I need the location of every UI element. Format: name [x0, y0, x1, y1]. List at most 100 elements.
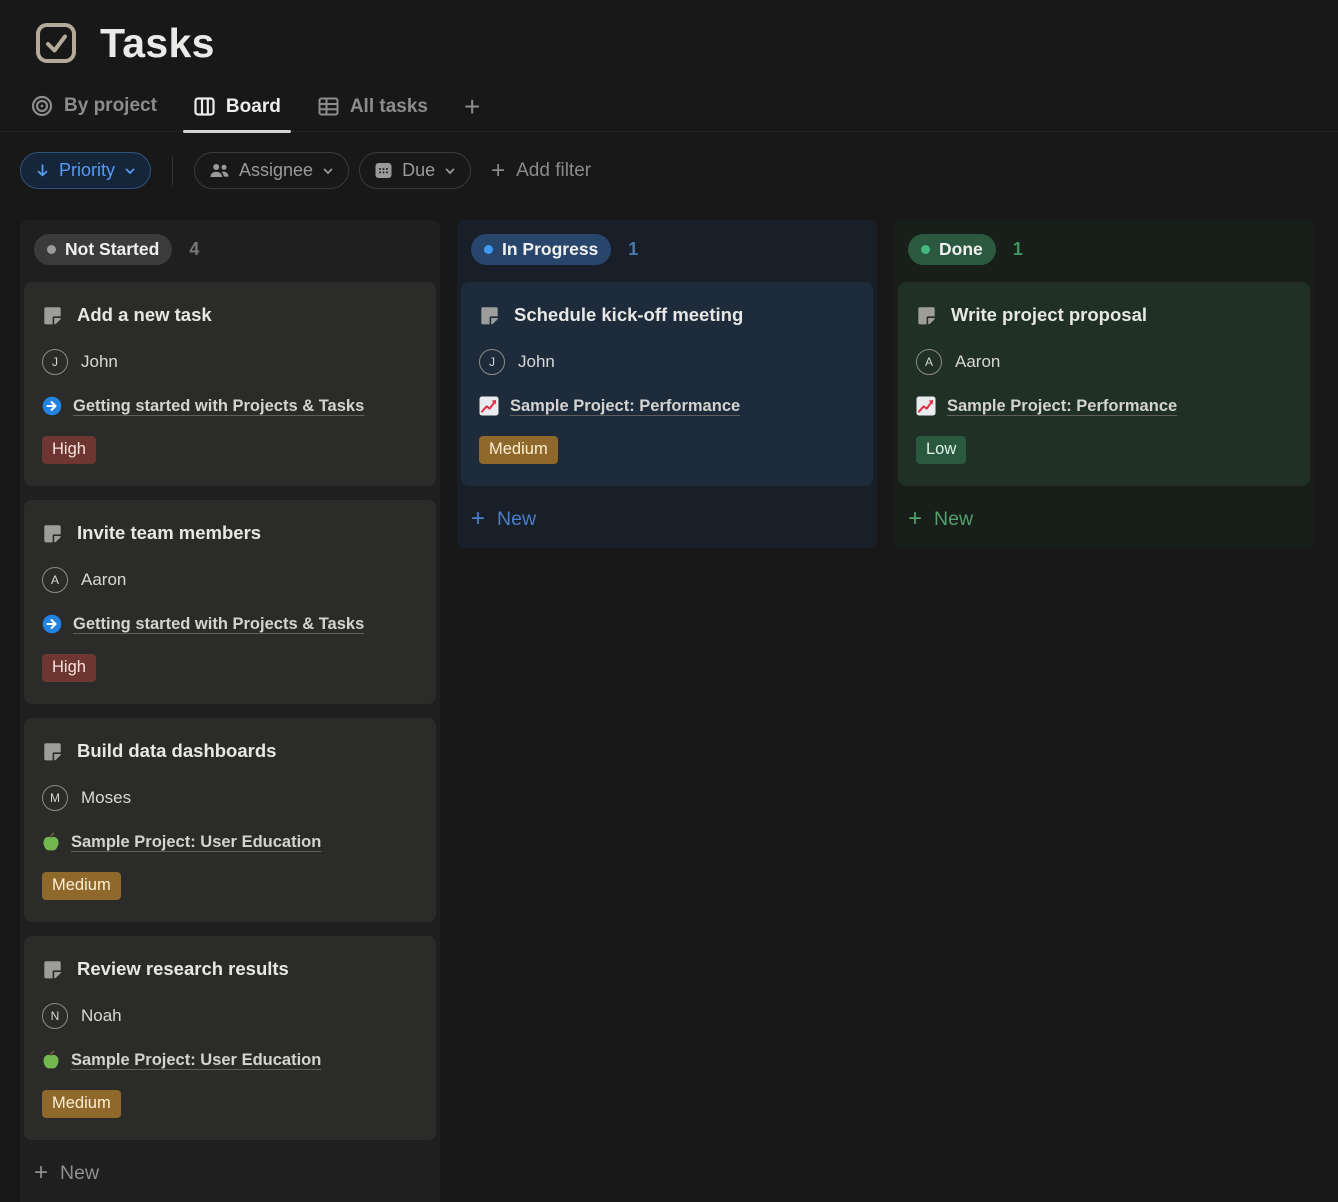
- assignee-name: John: [81, 352, 118, 372]
- kanban-board: Not Started 4 Add a new task J John: [20, 220, 1338, 1202]
- tab-board[interactable]: Board: [193, 95, 281, 131]
- filter-bar: Priority Assignee: [20, 152, 1338, 189]
- column-count: 1: [628, 239, 638, 260]
- task-title[interactable]: Review research results: [77, 958, 289, 980]
- column-done: Done 1 Write project proposal A Aaron: [894, 220, 1314, 548]
- status-label: Done: [939, 239, 983, 260]
- task-title[interactable]: Schedule kick-off meeting: [514, 304, 743, 326]
- avatar: M: [42, 785, 68, 811]
- avatar: A: [916, 349, 942, 375]
- plus-icon: +: [471, 507, 485, 531]
- calendar-icon: [374, 161, 393, 180]
- page-title[interactable]: Tasks: [100, 20, 215, 67]
- task-title[interactable]: Add a new task: [77, 304, 212, 326]
- tab-label: Board: [226, 96, 281, 118]
- arrow-down-icon: [35, 163, 50, 178]
- chart-increasing-icon: [479, 396, 499, 416]
- board-icon: [193, 95, 216, 118]
- plus-icon: +: [34, 1161, 48, 1185]
- chevron-down-icon: [322, 165, 334, 177]
- avatar: J: [479, 349, 505, 375]
- assignee-name: John: [518, 352, 555, 372]
- checkbox-page-icon[interactable]: [34, 21, 78, 65]
- status-dot: [921, 245, 930, 254]
- page-icon: [42, 959, 63, 980]
- plus-icon: +: [491, 159, 505, 183]
- due-filter-label: Due: [402, 160, 435, 181]
- new-task-button[interactable]: + New: [24, 1154, 436, 1194]
- column-not-started: Not Started 4 Add a new task J John: [20, 220, 440, 1202]
- task-title[interactable]: Build data dashboards: [77, 740, 276, 762]
- task-title[interactable]: Invite team members: [77, 522, 261, 544]
- page-icon: [42, 305, 63, 326]
- assignee-name: Moses: [81, 788, 131, 808]
- add-view-button[interactable]: +: [464, 93, 480, 131]
- plus-icon: +: [908, 507, 922, 531]
- task-title[interactable]: Write project proposal: [951, 304, 1147, 326]
- sort-priority-button[interactable]: Priority: [20, 152, 151, 189]
- table-icon: [317, 95, 340, 118]
- status-label: Not Started: [65, 239, 159, 260]
- column-header: In Progress 1: [471, 234, 873, 265]
- avatar: A: [42, 567, 68, 593]
- project-link[interactable]: Sample Project: Performance: [947, 397, 1177, 416]
- task-card[interactable]: Schedule kick-off meeting J John Sample …: [461, 282, 873, 486]
- page-icon: [479, 305, 500, 326]
- blue-arrow-circle-icon: [42, 614, 62, 634]
- tab-by-project[interactable]: By project: [30, 94, 157, 131]
- avatar: J: [42, 349, 68, 375]
- page-icon: [42, 523, 63, 544]
- task-card[interactable]: Invite team members A Aaron Getting star…: [24, 500, 436, 704]
- new-label: New: [60, 1162, 99, 1185]
- task-card[interactable]: Write project proposal A Aaron Sample Pr…: [898, 282, 1310, 486]
- new-label: New: [934, 508, 973, 531]
- people-icon: [209, 162, 230, 179]
- chevron-down-icon: [124, 165, 136, 177]
- due-filter-button[interactable]: Due: [359, 152, 471, 189]
- priority-badge: Medium: [479, 436, 558, 464]
- task-card[interactable]: Build data dashboards M Moses Sample Pro…: [24, 718, 436, 922]
- avatar: N: [42, 1003, 68, 1029]
- sort-label: Priority: [59, 160, 115, 181]
- tab-all-tasks[interactable]: All tasks: [317, 95, 428, 131]
- view-tabs: By project Board All tasks +: [0, 86, 1338, 132]
- priority-badge: High: [42, 654, 96, 682]
- green-apple-icon: [42, 832, 60, 852]
- project-link[interactable]: Sample Project: Performance: [510, 397, 740, 416]
- assignee-filter-label: Assignee: [239, 160, 313, 181]
- add-filter-button[interactable]: + Add filter: [491, 159, 591, 183]
- priority-badge: Low: [916, 436, 966, 464]
- project-link[interactable]: Getting started with Projects & Tasks: [73, 615, 364, 634]
- page-icon: [916, 305, 937, 326]
- assignee-name: Aaron: [955, 352, 1000, 372]
- column-header: Done 1: [908, 234, 1310, 265]
- task-card[interactable]: Review research results N Noah Sample Pr…: [24, 936, 436, 1140]
- priority-badge: Medium: [42, 872, 121, 900]
- task-card[interactable]: Add a new task J John Getting started wi…: [24, 282, 436, 486]
- new-label: New: [497, 508, 536, 531]
- new-task-button[interactable]: + New: [461, 500, 873, 540]
- assignee-name: Aaron: [81, 570, 126, 590]
- page-icon: [42, 741, 63, 762]
- green-apple-icon: [42, 1050, 60, 1070]
- priority-badge: Medium: [42, 1090, 121, 1118]
- tab-label: By project: [64, 95, 157, 117]
- status-pill-done[interactable]: Done: [908, 234, 996, 265]
- status-dot: [47, 245, 56, 254]
- assignee-filter-button[interactable]: Assignee: [194, 152, 349, 189]
- tab-label: All tasks: [350, 96, 428, 118]
- assignee-name: Noah: [81, 1006, 122, 1026]
- status-pill-not-started[interactable]: Not Started: [34, 234, 172, 265]
- project-link[interactable]: Getting started with Projects & Tasks: [73, 397, 364, 416]
- chevron-down-icon: [444, 165, 456, 177]
- target-icon: [30, 94, 54, 118]
- column-count: 4: [189, 239, 199, 260]
- project-link[interactable]: Sample Project: User Education: [71, 1051, 321, 1070]
- status-pill-in-progress[interactable]: In Progress: [471, 234, 611, 265]
- status-label: In Progress: [502, 239, 598, 260]
- project-link[interactable]: Sample Project: User Education: [71, 833, 321, 852]
- priority-badge: High: [42, 436, 96, 464]
- chart-increasing-icon: [916, 396, 936, 416]
- new-task-button[interactable]: + New: [898, 500, 1310, 540]
- column-count: 1: [1013, 239, 1023, 260]
